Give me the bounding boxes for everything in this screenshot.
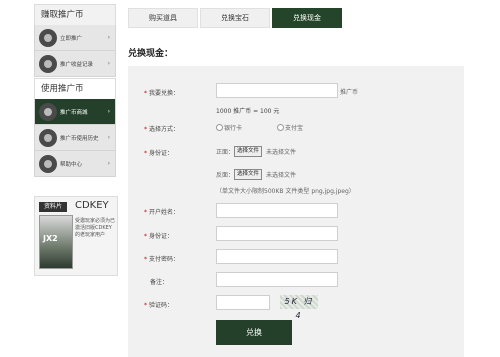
exchange-submit-button[interactable]: 兑换	[216, 320, 292, 345]
front-file-status: 未选择文件	[266, 149, 297, 156]
account-name-input[interactable]	[216, 203, 338, 218]
tab-exchange-gems[interactable]: 兑换宝石	[200, 8, 270, 28]
sidebar-item-label: 帮助中心	[60, 161, 83, 168]
id-number-label: * 身份证：	[144, 233, 174, 240]
back-label: 反面：	[216, 172, 235, 179]
chevron-right-icon: ›	[107, 60, 110, 67]
cdkey-promo-banner[interactable]: 资料片 CDKEY JX2 受邀玩家必须为已激活旧版CDKEY的老玩家用户	[34, 196, 118, 276]
sidebar-item-label: 推广收益记录	[60, 61, 94, 68]
sidebar-item-earnings-record[interactable]: 推广收益记录 ›	[34, 51, 116, 77]
help-icon	[39, 154, 57, 173]
alipay-radio[interactable]	[277, 124, 284, 131]
sidebar-item-coin-shop[interactable]: 推广币商城 ›	[34, 99, 116, 125]
game-box-image: JX2	[39, 215, 73, 269]
sidebar: 赚取推广币 立即推广 › 推广收益记录 › 使用推广币 推广币商城 › 推广币使…	[34, 4, 116, 177]
front-label: 正面：	[216, 149, 235, 156]
sidebar-item-promote-now[interactable]: 立即推广 ›	[34, 25, 116, 51]
page-title: 兑换现金：	[128, 49, 174, 59]
sidebar-item-label: 推广币使用历史	[60, 135, 99, 142]
game-box-logo: JX2	[43, 234, 58, 243]
file-hint: （单文件大小限制500KB 文件类型 png,jpg,jpeg）	[216, 188, 355, 195]
front-choose-file-button[interactable]: 选择文件	[234, 146, 263, 157]
alipay-label: 支付宝	[285, 125, 304, 132]
amount-input[interactable]	[216, 83, 338, 98]
sidebar-item-label: 立即推广	[60, 35, 83, 42]
sidebar-item-usage-history[interactable]: 推广币使用历史 ›	[34, 125, 116, 151]
account-name-label: * 开户姓名：	[144, 209, 180, 216]
id-card-label: * 身份证：	[144, 150, 174, 157]
back-file-status: 未选择文件	[266, 172, 297, 179]
captcha-label: * 验证码：	[144, 302, 174, 309]
chevron-right-icon: ›	[107, 108, 110, 115]
captcha-image[interactable]: 5K 归 4	[280, 295, 318, 320]
promo-title: CDKEY	[75, 200, 109, 211]
history-icon	[39, 128, 57, 147]
sidebar-item-help-center[interactable]: 帮助中心 ›	[34, 151, 116, 177]
use-coins-header: 使用推广币	[34, 78, 116, 99]
captcha-input[interactable]	[216, 295, 270, 310]
bank-card-label: 银行卡	[224, 125, 243, 132]
bank-card-radio[interactable]	[216, 124, 223, 131]
amount-unit: 推广币	[340, 89, 359, 96]
amount-label: * 我要兑换：	[144, 90, 180, 97]
chevron-right-icon: ›	[107, 134, 110, 141]
chevron-right-icon: ›	[107, 34, 110, 41]
record-icon	[39, 54, 57, 73]
shop-icon	[39, 102, 57, 121]
back-choose-file-button[interactable]: 选择文件	[234, 169, 263, 180]
exchange-form: * 我要兑换： 推广币 1000 推广币 = 100 元 * 选择方式： 银行卡 支…	[128, 66, 464, 357]
tab-bar: 购买道具 兑换宝石 兑换现金	[128, 8, 344, 28]
promo-tag: 资料片	[39, 202, 67, 212]
earn-coins-header: 赚取推广币	[34, 4, 116, 25]
chevron-right-icon: ›	[107, 160, 110, 167]
promote-icon	[39, 28, 57, 47]
id-number-input[interactable]	[216, 226, 338, 241]
note-input[interactable]	[216, 272, 338, 287]
note-label: 备注：	[150, 279, 169, 286]
method-label: * 选择方式：	[144, 126, 180, 133]
exchange-rate: 1000 推广币 = 100 元	[216, 108, 280, 115]
promo-text: 受邀玩家必须为已激活旧版CDKEY的老玩家用户	[75, 218, 116, 238]
pay-password-label: * 支付密码：	[144, 256, 180, 263]
tab-exchange-cash[interactable]: 兑换现金	[272, 8, 342, 28]
sidebar-item-label: 推广币商城	[60, 109, 88, 116]
pay-password-input[interactable]	[216, 249, 338, 264]
tab-buy-items[interactable]: 购买道具	[128, 8, 198, 28]
